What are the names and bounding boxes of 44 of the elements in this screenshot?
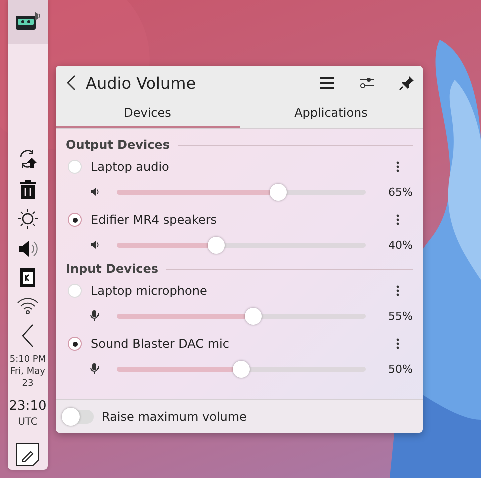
more-options-icon[interactable] bbox=[396, 161, 400, 173]
menu-icon[interactable] bbox=[319, 76, 335, 90]
volume-percent: 55% bbox=[388, 310, 413, 322]
slider-handle[interactable] bbox=[208, 236, 225, 254]
pin-icon[interactable] bbox=[399, 75, 415, 91]
toggle-label: Raise maximum volume bbox=[102, 410, 247, 424]
volume-percent: 65% bbox=[388, 186, 413, 198]
cassette-icon[interactable] bbox=[15, 11, 41, 33]
radio-button[interactable] bbox=[68, 213, 82, 227]
volume-percent: 50% bbox=[388, 362, 413, 376]
device-name: Laptop microphone bbox=[91, 284, 208, 298]
wifi-icon[interactable] bbox=[16, 297, 40, 315]
slider-handle[interactable] bbox=[270, 184, 287, 200]
speaker-icon bbox=[90, 240, 100, 250]
device-name: Laptop audio bbox=[91, 160, 170, 174]
device-name: Sound Blaster DAC mic bbox=[91, 337, 230, 351]
more-options-icon[interactable] bbox=[396, 285, 400, 297]
note-icon[interactable] bbox=[16, 443, 40, 467]
trash-icon[interactable] bbox=[19, 179, 37, 199]
sliders-icon[interactable] bbox=[359, 75, 375, 91]
section-heading: Input Devices bbox=[66, 262, 158, 276]
tab[interactable]: Applications bbox=[240, 100, 423, 128]
slider-handle[interactable] bbox=[244, 308, 262, 324]
brightness-icon[interactable] bbox=[17, 208, 39, 230]
utc-time: 23:10 bbox=[9, 398, 47, 416]
more-options-icon[interactable] bbox=[396, 214, 400, 226]
volume-percent: 40% bbox=[388, 238, 413, 252]
k-badge-icon[interactable] bbox=[20, 268, 36, 288]
device-name: Edifier MR4 speakers bbox=[91, 213, 218, 227]
more-options-icon[interactable] bbox=[396, 338, 400, 350]
section-heading: Output Devices bbox=[66, 138, 170, 152]
microphone-icon bbox=[90, 363, 100, 375]
microphone-icon bbox=[90, 310, 100, 322]
local-time: 5:10 PM Fri, May 23 bbox=[10, 354, 46, 390]
tab[interactable]: Devices bbox=[56, 100, 240, 128]
slider-handle[interactable] bbox=[232, 360, 250, 378]
time-zone: UTC bbox=[18, 416, 38, 429]
back-icon[interactable] bbox=[66, 75, 78, 91]
volume-icon[interactable] bbox=[17, 239, 39, 259]
popup-title: Audio Volume bbox=[86, 74, 198, 92]
speaker-icon bbox=[90, 187, 100, 197]
toggle-switch[interactable] bbox=[62, 408, 94, 426]
radio-button[interactable] bbox=[68, 337, 82, 351]
chevron-left-icon[interactable] bbox=[21, 324, 35, 348]
